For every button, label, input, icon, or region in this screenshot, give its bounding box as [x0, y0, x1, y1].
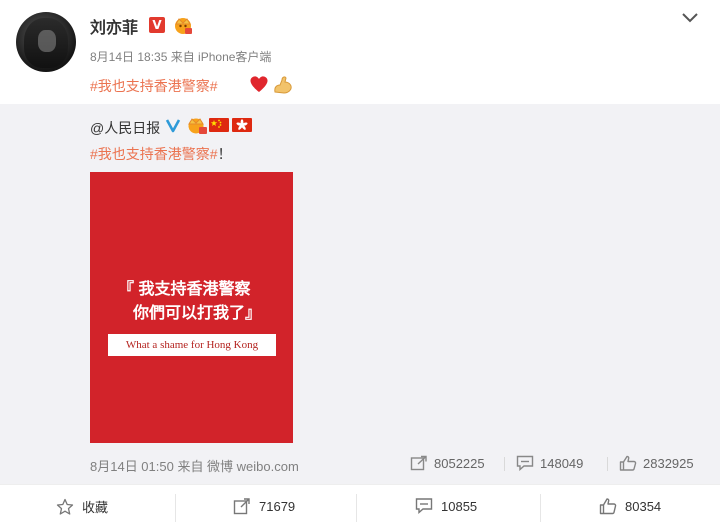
image-text-line2: 你們可以打我了』 [133, 305, 262, 322]
repost-count-link[interactable]: 8052225 [410, 455, 485, 471]
comment-button[interactable]: 10855 [415, 497, 477, 515]
favorite-button[interactable]: 收藏 [56, 497, 108, 516]
repost-count: 71679 [259, 498, 296, 514]
like-count: 80354 [625, 498, 662, 514]
text-suffix: ！ [217, 146, 232, 162]
topic-link[interactable]: #我也支持香港警察# [90, 146, 218, 162]
comment-icon [415, 498, 433, 515]
divider [504, 457, 505, 471]
comment-count: 10855 [441, 498, 478, 514]
vip-crown-icon [188, 118, 207, 134]
comment-icon [516, 455, 534, 471]
verified-badge-icon: V [149, 17, 165, 33]
image-text-line1: 『 我支持香港警察 [118, 281, 251, 298]
like-icon [619, 455, 637, 471]
avatar[interactable] [16, 12, 76, 72]
heart-emoji-icon [250, 76, 268, 92]
like-button[interactable]: 80354 [599, 497, 661, 515]
thumbs-up-icon [599, 498, 617, 515]
topic-link[interactable]: #我也支持香港警察# [90, 76, 218, 96]
chevron-down-icon[interactable] [680, 10, 700, 26]
verified-org-icon [165, 119, 181, 133]
like-count: 2832925 [643, 455, 694, 471]
vip-crown-icon [175, 18, 192, 34]
repost-text: #我也支持香港警察#！ [90, 144, 232, 164]
like-count-link[interactable]: 2832925 [619, 455, 694, 471]
image-banner-text: What a shame for Hong Kong [108, 334, 276, 356]
repost-button[interactable]: 71679 [233, 497, 295, 515]
repost-author[interactable]: @人民日报 [90, 118, 160, 138]
divider [540, 494, 541, 522]
divider [175, 494, 176, 522]
comment-count-link[interactable]: 148049 [516, 455, 583, 471]
divider [607, 457, 608, 471]
comment-count: 148049 [540, 455, 584, 471]
author-name[interactable]: 刘亦菲 [90, 14, 138, 38]
post-meta: 8月14日 18:35 来自 iPhone客户端 [90, 50, 272, 64]
repost-count: 8052225 [434, 455, 485, 471]
china-flag-icon [209, 118, 229, 132]
star-icon [56, 498, 74, 515]
repost-icon [410, 455, 427, 471]
hong-kong-flag-icon [232, 118, 252, 132]
repost-icon [233, 498, 250, 515]
divider [356, 494, 357, 522]
favorite-label: 收藏 [82, 500, 109, 515]
repost-meta[interactable]: 8月14日 01:50 来自 微博 weibo.com [90, 456, 299, 475]
muscle-emoji-icon [274, 76, 292, 94]
